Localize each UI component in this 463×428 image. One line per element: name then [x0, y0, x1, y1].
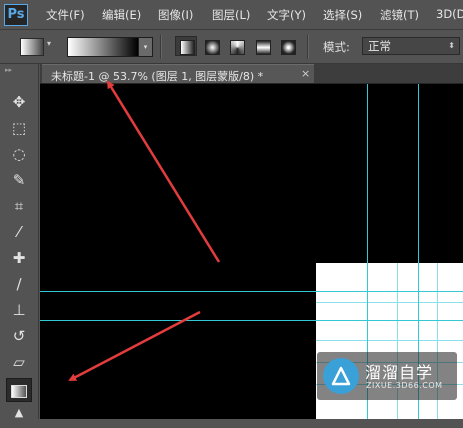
lasso-tool-icon[interactable]: ◌: [6, 142, 32, 166]
document-tab-title: 未标题-1 @ 53.7% (图层 1, 图层蒙版/8) *: [51, 70, 264, 83]
tool-preset-picker[interactable]: [20, 38, 44, 56]
quick-selection-tool-icon[interactable]: ✎: [6, 168, 32, 192]
chevron-down-icon[interactable]: ▾: [47, 39, 51, 48]
tools-panel: ▸▸ ✥ ⬚ ◌ ✎ ⌗ ⁄ ✚ ∕ ⊥ ↺ ▱ ▲: [0, 64, 39, 419]
watermark-logo-icon: [323, 358, 359, 394]
menu-edit[interactable]: 编辑(E): [102, 7, 141, 23]
menu-file[interactable]: 文件(F): [46, 7, 85, 23]
horizontal-guide[interactable]: [40, 291, 463, 292]
options-bar: ▾ ▾ 模式: 正常 ⬍: [0, 30, 463, 64]
watermark: 溜溜自学 ZIXUE.3D66.COM: [317, 352, 457, 400]
divider: [307, 35, 309, 59]
linear-gradient-button[interactable]: [175, 36, 197, 56]
diamond-gradient-button[interactable]: [276, 36, 298, 56]
grid-line: [316, 340, 463, 341]
gradient-swatch-icon: [11, 385, 27, 398]
watermark-name: 溜溜自学: [365, 363, 434, 382]
divider: [160, 35, 162, 59]
gradient-picker[interactable]: [67, 37, 139, 57]
panel-collapse-icon[interactable]: ▸▸: [5, 66, 12, 74]
radial-gradient-button[interactable]: [200, 36, 222, 56]
reflected-gradient-button[interactable]: [251, 36, 273, 56]
linear-gradient-icon: [180, 40, 195, 55]
close-icon[interactable]: ×: [301, 67, 310, 80]
menu-select[interactable]: 选择(S): [323, 7, 362, 23]
eyedropper-tool-icon[interactable]: ⁄: [6, 220, 32, 244]
brush-tool-icon[interactable]: ∕: [6, 272, 32, 296]
radial-gradient-icon: [205, 40, 220, 55]
healing-brush-tool-icon[interactable]: ✚: [6, 246, 32, 270]
blend-mode-value: 正常: [368, 39, 391, 53]
gradient-picker-dropdown-icon[interactable]: ▾: [138, 37, 153, 57]
document-tab[interactable]: 未标题-1 @ 53.7% (图层 1, 图层蒙版/8) * ×: [42, 64, 314, 83]
angle-gradient-button[interactable]: [225, 36, 247, 56]
grid-line: [316, 302, 463, 303]
watermark-url: ZIXUE.3D66.COM: [366, 381, 443, 390]
gradient-tool-icon[interactable]: [6, 378, 32, 402]
menu-bar: Ps 文件(F) 编辑(E) 图像(I) 图层(L) 文字(Y) 选择(S) 滤…: [0, 0, 463, 30]
photoshop-logo-icon: Ps: [4, 4, 28, 26]
menu-filter[interactable]: 滤镜(T): [380, 7, 419, 23]
mode-label: 模式:: [323, 40, 350, 54]
eraser-tool-icon[interactable]: ▱: [6, 350, 32, 374]
horizontal-guide[interactable]: [40, 320, 463, 321]
blend-mode-select[interactable]: 正常 ⬍: [362, 37, 460, 55]
reflected-gradient-icon: [256, 40, 271, 55]
blur-tool-icon[interactable]: ▲: [6, 404, 32, 428]
menu-image[interactable]: 图像(I): [158, 7, 193, 23]
document-tab-bar: 未标题-1 @ 53.7% (图层 1, 图层蒙版/8) * ×: [40, 64, 463, 84]
angle-gradient-icon: [230, 40, 245, 55]
marquee-tool-icon[interactable]: ⬚: [6, 116, 32, 140]
clone-stamp-tool-icon[interactable]: ⊥: [6, 298, 32, 322]
menu-type[interactable]: 文字(Y): [267, 7, 306, 23]
menu-3d[interactable]: 3D(D): [436, 7, 463, 21]
crop-tool-icon[interactable]: ⌗: [6, 194, 32, 218]
move-tool-icon[interactable]: ✥: [6, 90, 32, 114]
diamond-gradient-icon: [281, 40, 296, 55]
history-brush-tool-icon[interactable]: ↺: [6, 324, 32, 348]
menu-layer[interactable]: 图层(L): [212, 7, 250, 23]
select-caret-icon: ⬍: [448, 41, 455, 50]
